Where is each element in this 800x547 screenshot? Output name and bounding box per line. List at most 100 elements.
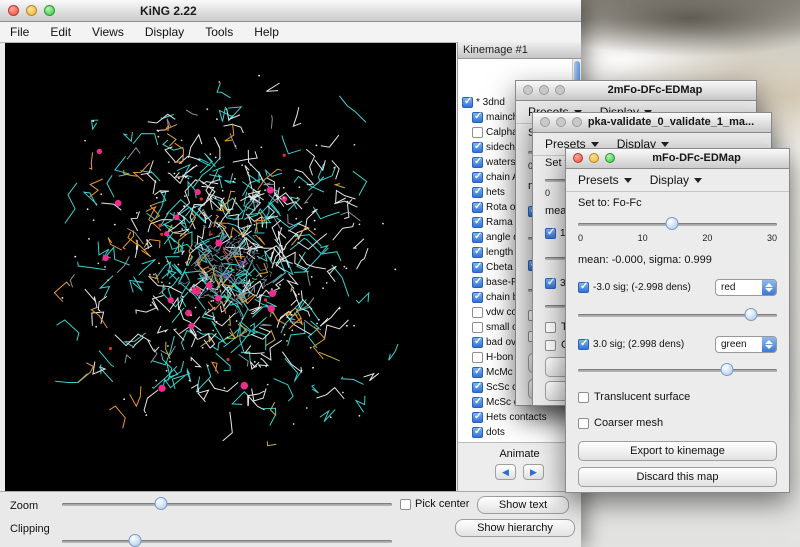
main-titlebar[interactable]: KiNG 2.22	[0, 0, 581, 22]
neg-color-dropdown[interactable]: red	[715, 279, 777, 296]
kinemage-item[interactable]: dots	[472, 425, 572, 440]
close-button[interactable]	[573, 153, 583, 163]
close-button[interactable]	[523, 85, 533, 95]
item-label: base-P	[486, 277, 518, 288]
zoom-slider-thumb[interactable]	[155, 497, 168, 510]
menu-help[interactable]: Help	[254, 25, 279, 39]
show-hierarchy-button[interactable]: Show hierarchy	[455, 519, 575, 537]
clipping-slider-thumb[interactable]	[128, 534, 141, 547]
pos-contour-label: 3.0 sig; (2.998 dens)	[593, 339, 684, 350]
neg-contour-checkbox[interactable]	[578, 282, 589, 293]
pos-color-dropdown[interactable]: green	[715, 336, 777, 353]
pos-contour-checkbox[interactable]	[578, 339, 589, 350]
item-checkbox[interactable]	[472, 187, 483, 198]
item-label: mainch	[486, 112, 518, 123]
item-label: * 3dnd	[476, 97, 505, 108]
item-checkbox[interactable]	[472, 382, 483, 393]
item-checkbox[interactable]	[472, 427, 483, 438]
coarser-mesh-checkbox[interactable]	[578, 418, 589, 429]
item-checkbox[interactable]	[472, 397, 483, 408]
item-checkbox[interactable]	[472, 217, 483, 228]
map-titlebar[interactable]: 2mFo-DFc-EDMap	[516, 81, 756, 101]
map-menubar: Presets Display	[566, 169, 789, 192]
item-checkbox[interactable]	[472, 202, 483, 213]
item-checkbox[interactable]	[472, 412, 483, 423]
stepper-icon	[762, 337, 776, 352]
chevron-down-icon	[624, 178, 632, 183]
close-button[interactable]	[8, 5, 19, 16]
clipping-label: Clipping	[10, 523, 50, 535]
mean-sigma-label: mean: -0.000, sigma: 0.999	[578, 254, 777, 266]
minimize-button[interactable]	[589, 153, 599, 163]
animate-step-forward-button[interactable]: ▶	[523, 464, 544, 480]
minimize-button[interactable]	[556, 117, 566, 127]
pos-contour-slider[interactable]	[578, 363, 777, 377]
menu-edit[interactable]: Edit	[50, 25, 71, 39]
item-checkbox[interactable]	[472, 292, 483, 303]
pick-center-row: Pick center	[400, 498, 469, 510]
close-button[interactable]	[540, 117, 550, 127]
item-checkbox[interactable]	[472, 277, 483, 288]
kinemage-item[interactable]: Hets contacts	[472, 410, 572, 425]
item-checkbox[interactable]	[472, 367, 483, 378]
animate-step-back-button[interactable]: ◀	[495, 464, 516, 480]
item-checkbox[interactable]	[472, 352, 483, 363]
show-text-button[interactable]: Show text	[477, 496, 569, 514]
discard-map-button[interactable]: Discard this map	[578, 467, 777, 487]
item-label: small o	[486, 322, 518, 333]
minimize-button[interactable]	[539, 85, 549, 95]
presets-menu[interactable]: Presets	[578, 173, 632, 187]
zoom-label: Zoom	[10, 500, 38, 512]
level-slider[interactable]	[578, 217, 777, 231]
translucent-checkbox[interactable]	[578, 392, 589, 403]
chevron-down-icon	[661, 142, 669, 147]
item-checkbox[interactable]	[472, 142, 483, 153]
window-title: mFo-DFc-EDMap	[612, 152, 781, 164]
item-checkbox[interactable]	[472, 337, 483, 348]
contour-checkbox[interactable]	[545, 278, 556, 289]
minimize-button[interactable]	[26, 5, 37, 16]
desktop: KiNG 2.22 FileEditViewsDisplayToolsHelp …	[0, 0, 800, 547]
item-checkbox[interactable]	[472, 247, 483, 258]
item-checkbox[interactable]	[472, 172, 483, 183]
item-checkbox[interactable]	[462, 97, 473, 108]
window-controls	[8, 5, 55, 16]
coarser-mesh-checkbox[interactable]	[545, 340, 556, 351]
slider-thumb[interactable]	[721, 363, 734, 376]
item-checkbox[interactable]	[472, 112, 483, 123]
item-checkbox[interactable]	[472, 127, 483, 138]
contour-checkbox[interactable]	[545, 228, 556, 239]
menu-tools[interactable]: Tools	[205, 25, 233, 39]
export-to-kinemage-button[interactable]: Export to kinemage	[578, 441, 777, 461]
item-label: length	[486, 247, 513, 258]
slider-thumb[interactable]	[745, 308, 758, 321]
item-label: chain b	[486, 292, 518, 303]
neg-contour-slider[interactable]	[578, 308, 777, 322]
molecule-viewport[interactable]	[5, 43, 456, 492]
item-checkbox[interactable]	[472, 322, 483, 333]
menu-display[interactable]: Display	[145, 25, 184, 39]
item-checkbox[interactable]	[472, 307, 483, 318]
item-label: hets	[486, 187, 505, 198]
pick-center-checkbox[interactable]	[400, 499, 411, 510]
clipping-slider[interactable]	[62, 534, 392, 547]
stepper-icon	[762, 280, 776, 295]
map-titlebar[interactable]: pka-validate_0_validate_1_ma...	[533, 113, 771, 133]
window-title: KiNG 2.22	[140, 4, 197, 18]
item-checkbox[interactable]	[472, 232, 483, 243]
item-label: Hets contacts	[486, 412, 547, 423]
item-label: waters	[486, 157, 515, 168]
display-menu[interactable]: Display	[650, 173, 702, 187]
slider-ticks: 0102030	[578, 233, 777, 243]
map-titlebar[interactable]: mFo-DFc-EDMap	[566, 149, 789, 169]
item-checkbox[interactable]	[472, 157, 483, 168]
zoom-slider[interactable]	[62, 497, 392, 511]
window-controls	[523, 85, 565, 95]
menu-views[interactable]: Views	[92, 25, 124, 39]
item-label: McSc c	[486, 397, 519, 408]
menu-file[interactable]: File	[10, 25, 29, 39]
slider-thumb[interactable]	[665, 217, 678, 230]
zoom-button[interactable]	[44, 5, 55, 16]
translucent-checkbox[interactable]	[545, 322, 556, 333]
item-checkbox[interactable]	[472, 262, 483, 273]
